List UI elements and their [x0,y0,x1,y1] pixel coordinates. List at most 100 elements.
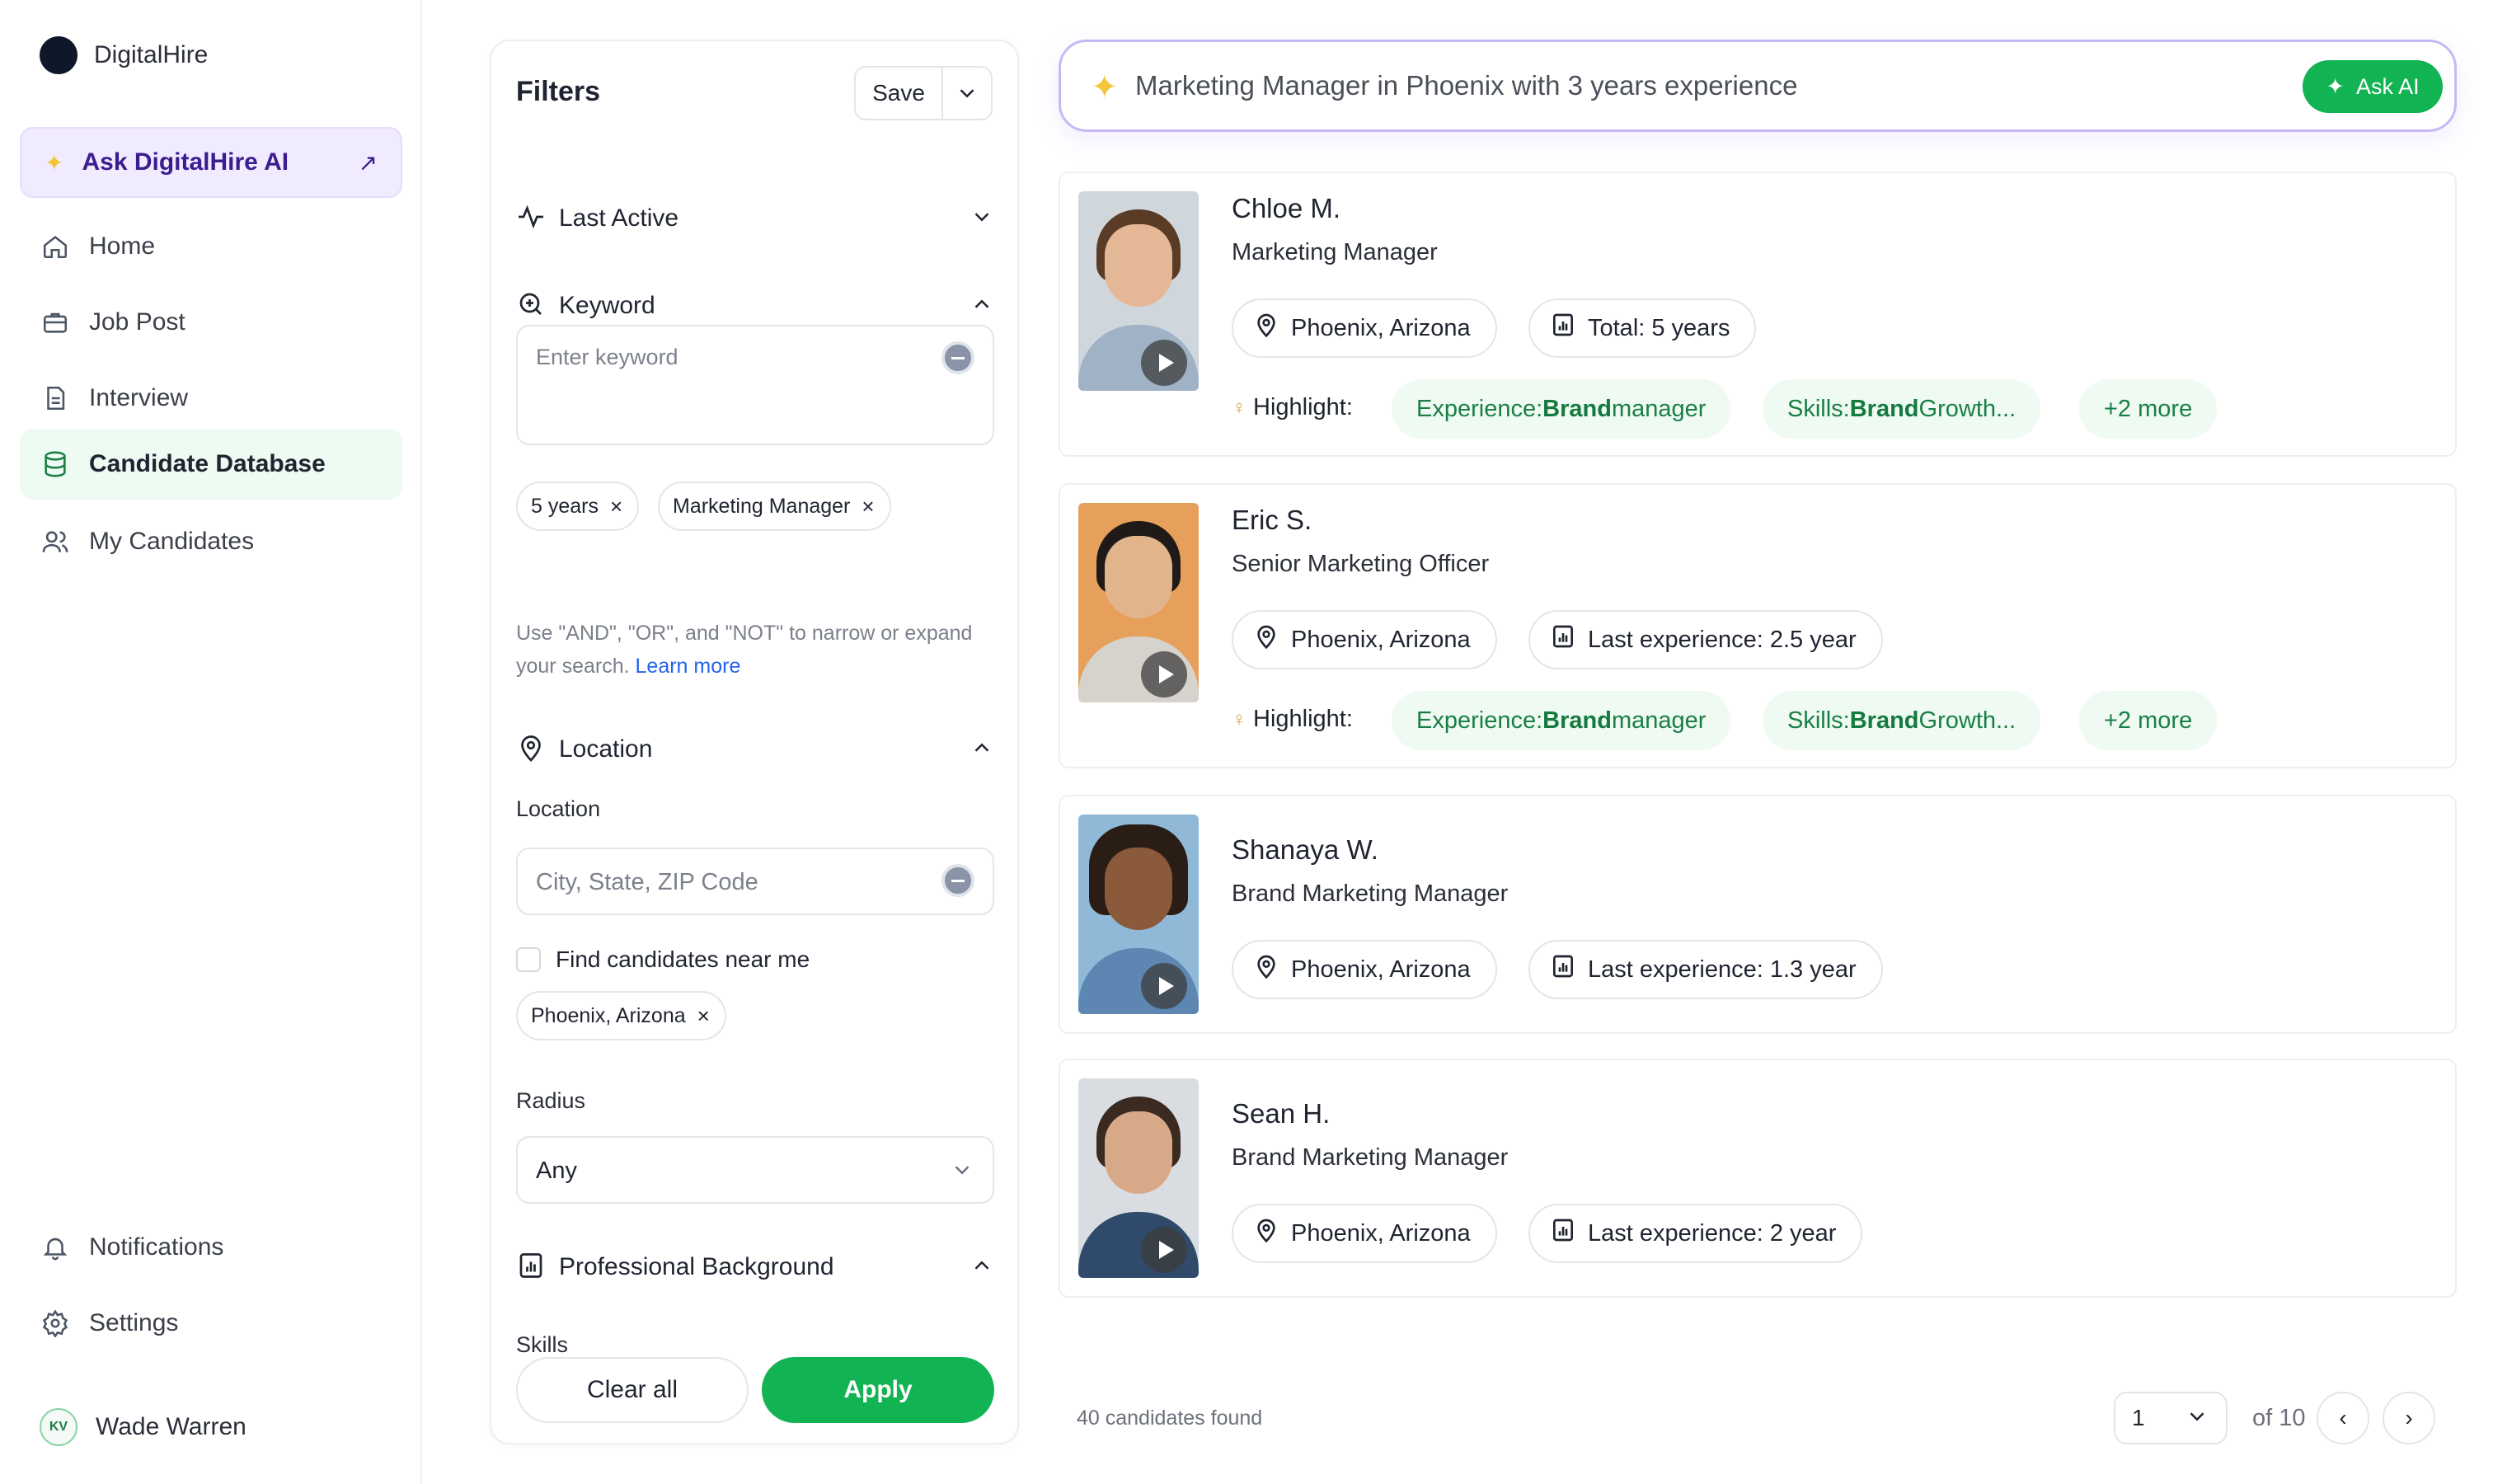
candidate-card[interactable]: Eric S. Senior Marketing Officer Phoenix… [1059,483,2457,768]
play-video-icon[interactable] [1141,340,1187,386]
section-location[interactable]: Location [516,729,994,770]
user-profile[interactable]: KV Wade Warren [40,1408,246,1446]
keyword-chip[interactable]: 5 years × [516,481,640,531]
photo-face [1105,1111,1172,1194]
hl-suffix: Growth... [1918,395,2016,422]
sidebar-item-label: Job Post [89,308,185,336]
sidebar-item-job-post[interactable]: Job Post [20,287,402,358]
sidebar-item-label: Home [89,232,156,260]
section-professional-background[interactable]: Professional Background [516,1247,994,1288]
close-icon[interactable]: × [697,1003,710,1029]
play-video-icon[interactable] [1141,651,1187,697]
highlight-text: Highlight: [1253,706,1353,732]
section-last-active[interactable]: Last Active [516,198,994,239]
skills-label: Skills [516,1332,569,1357]
database-icon [40,448,71,480]
candidate-name[interactable]: Chloe M. [1232,193,1340,224]
app-root: DigitalHire ✦ Ask DigitalHire AI ↗ Home … [0,0,2493,1484]
clear-keyword-icon[interactable] [941,341,974,374]
chevron-down-icon[interactable] [943,81,991,106]
sidebar-item-label: My Candidates [89,528,255,555]
apply-button[interactable]: Apply [762,1357,994,1423]
hl-value: Brand [1542,707,1612,734]
learn-more-link[interactable]: Learn more [636,655,741,678]
location-chip[interactable]: Phoenix, Arizona × [516,991,726,1040]
ai-search-bar[interactable]: ✦ Marketing Manager in Phoenix with 3 ye… [1059,40,2457,132]
arrow-up-right-icon: ↗ [358,149,378,176]
highlight-text: Highlight: [1253,394,1353,420]
sidebar-item-interview[interactable]: Interview [20,363,402,434]
section-keyword[interactable]: Keyword [516,285,994,326]
candidate-photo[interactable] [1078,1078,1199,1278]
sparkle-icon: ✦ [2326,73,2345,99]
near-me-checkbox-row[interactable]: Find candidates near me [516,946,810,973]
keyword-chip[interactable]: Marketing Manager × [658,481,891,531]
candidate-title: Marketing Manager [1232,239,1438,265]
candidate-name[interactable]: Eric S. [1232,505,1312,536]
page-total: of 10 [2252,1405,2306,1431]
sidebar-item-notifications[interactable]: Notifications [20,1212,402,1283]
candidate-title: Brand Marketing Manager [1232,881,1509,907]
play-video-icon[interactable] [1141,1227,1187,1273]
chevron-up-icon [970,1253,994,1282]
chevron-down-icon [2185,1404,2209,1433]
sidebar-item-candidate-database[interactable]: Candidate Database [20,429,402,500]
more-highlights-pill[interactable]: +2 more [2079,691,2218,750]
section-label: Last Active [559,204,679,232]
location-field-label: Location [516,796,601,821]
ask-ai-button[interactable]: ✦ Ask AI [2303,60,2443,113]
chevron-down-icon [950,1158,974,1186]
photo-face [1105,224,1172,307]
bell-icon [40,1232,71,1263]
candidate-card[interactable]: Shanaya W. Brand Marketing Manager Phoen… [1059,795,2457,1034]
radius-select[interactable]: Any [516,1136,994,1204]
candidate-title: Senior Marketing Officer [1232,551,1490,577]
brand[interactable]: DigitalHire [40,36,208,74]
sidebar-item-home[interactable]: Home [20,211,402,282]
experience-text: Last experience: 1.3 year [1588,956,1857,983]
prev-page-button[interactable]: ‹ [2317,1392,2369,1444]
candidate-card[interactable]: Sean H. Brand Marketing Manager Phoenix,… [1059,1059,2457,1298]
highlight-pill[interactable]: Skills: Brand Growth... [1763,691,2041,750]
highlight-pill[interactable]: Skills: Brand Growth... [1763,379,2041,439]
sidebar-item-label: Candidate Database [89,450,326,477]
candidate-photo[interactable] [1078,815,1199,1014]
close-icon[interactable]: × [610,494,622,519]
chart-icon [1550,953,1576,986]
play-video-icon[interactable] [1141,963,1187,1009]
lightbulb-icon: ♀ [1232,707,1246,730]
candidate-name[interactable]: Sean H. [1232,1098,1330,1129]
candidate-card[interactable]: Chloe M. Marketing Manager Phoenix, Ariz… [1059,171,2457,457]
chevron-up-icon [970,292,994,321]
candidate-name[interactable]: Shanaya W. [1232,834,1378,866]
chevron-down-icon [970,204,994,233]
search-query[interactable]: Marketing Manager in Phoenix with 3 year… [1135,70,1797,101]
save-filter-button[interactable]: Save [854,66,993,120]
clear-all-button[interactable]: Clear all [516,1357,749,1423]
keyword-input[interactable]: Enter keyword [516,325,994,445]
next-page-button[interactable]: › [2383,1392,2435,1444]
chevron-left-icon: ‹ [2339,1405,2347,1430]
more-highlights-pill[interactable]: +2 more [2079,379,2218,439]
experience-text: Total: 5 years [1588,314,1730,341]
highlight-pill[interactable]: Experience: Brand manager [1392,691,1731,750]
sidebar-item-my-candidates[interactable]: My Candidates [20,506,402,577]
chip-label: Marketing Manager [673,494,851,518]
ask-digitalhire-ai-button[interactable]: ✦ Ask DigitalHire AI ↗ [20,127,402,198]
candidate-photo[interactable] [1078,503,1199,702]
ask-ai-label: Ask DigitalHire AI [82,148,289,176]
clear-location-icon[interactable] [941,864,974,897]
chevron-right-icon: › [2405,1405,2413,1430]
sidebar-item-label: Interview [89,384,189,411]
page-value: 1 [2132,1405,2145,1430]
candidate-photo[interactable] [1078,191,1199,391]
near-me-checkbox[interactable] [516,947,541,972]
close-icon[interactable]: × [862,494,874,519]
sidebar-item-settings[interactable]: Settings [20,1288,402,1359]
highlight-pill[interactable]: Experience: Brand manager [1392,379,1731,439]
ask-ai-label: Ask AI [2356,73,2420,99]
page-select[interactable]: 1 [2114,1392,2228,1444]
experience-pill: Last experience: 2 year [1528,1204,1863,1263]
activity-icon [516,202,546,236]
location-input[interactable]: City, State, ZIP Code [516,848,994,915]
